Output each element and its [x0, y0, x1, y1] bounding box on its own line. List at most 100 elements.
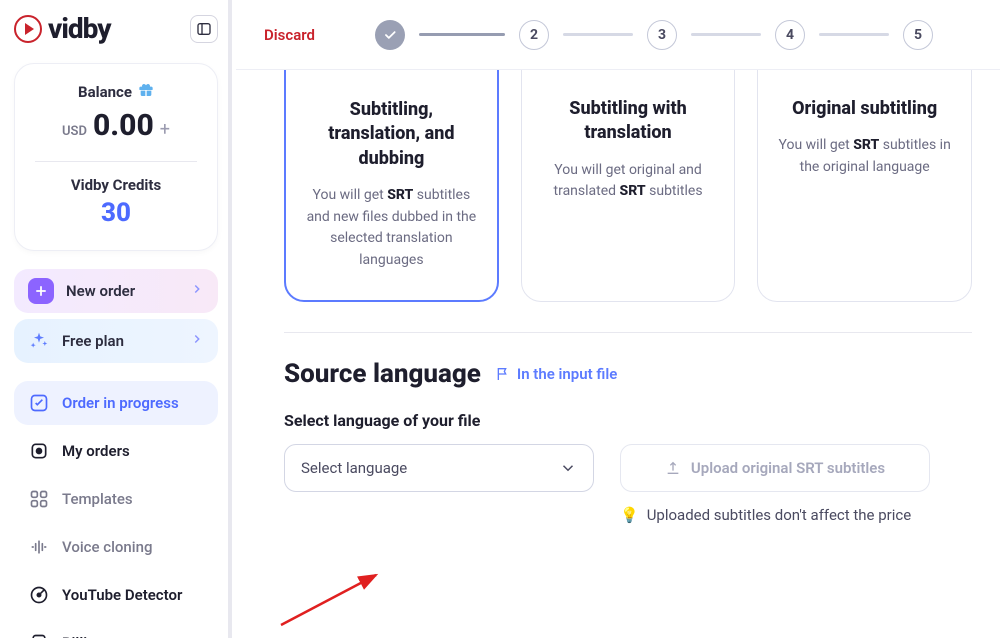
nav-voice-cloning[interactable]: Voice cloning	[14, 525, 218, 569]
sidebar: vidby Balance USD 0.00 + Vidby Credits 3…	[0, 0, 232, 638]
source-hint[interactable]: In the input file	[495, 365, 617, 383]
radar-icon	[28, 584, 50, 606]
brand-name: vidby	[48, 12, 111, 45]
card-desc-bold: SRT	[853, 137, 879, 153]
nav-label: Order in progress	[62, 394, 179, 412]
select-placeholder: Select language	[301, 459, 407, 477]
discard-button[interactable]: Discard	[264, 26, 315, 44]
upload-note-text: Uploaded subtitles don't affect the pric…	[647, 506, 912, 524]
balance-divider	[35, 161, 197, 162]
bulb-icon: 💡	[620, 506, 639, 524]
balance-amount: 0.00	[93, 108, 154, 143]
step-line	[419, 33, 505, 36]
nav-templates[interactable]: Templates	[14, 477, 218, 521]
step-label: 4	[786, 27, 794, 43]
controls-row: Select language Upload original SRT subt…	[284, 444, 972, 524]
balance-plus-button[interactable]: +	[160, 119, 170, 140]
card-desc-b: subtitles	[646, 183, 703, 199]
step-label: 5	[914, 27, 922, 43]
card-illustration: 文	[336, 70, 446, 82]
option-card-original[interactable]: Original subtitling You will get SRT sub…	[757, 70, 972, 302]
step-1-done[interactable]	[375, 20, 405, 50]
upload-column: Upload original SRT subtitles 💡 Uploaded…	[620, 444, 930, 524]
compose-icon	[28, 392, 50, 414]
side-nav-secondary: Order in progress My orders Templates Vo…	[14, 381, 218, 638]
card-desc-bold: SRT	[387, 187, 413, 203]
chevron-right-icon	[190, 282, 204, 300]
upload-label: Upload original SRT subtitles	[691, 459, 885, 477]
step-line	[563, 33, 633, 36]
gift-icon	[138, 82, 154, 102]
play-circle-icon	[14, 15, 42, 43]
option-card-translation[interactable]: 文 Subtitling with translation You will g…	[521, 70, 736, 302]
credits-label: Vidby Credits	[29, 176, 203, 194]
waveform-icon	[28, 536, 50, 558]
option-cards-row: 文 Subtitling, translation, and dubbing Y…	[284, 70, 972, 302]
card-illustration: 文	[573, 70, 683, 81]
step-line	[691, 33, 761, 36]
step-4[interactable]: 4	[775, 20, 805, 50]
source-hint-label: In the input file	[517, 365, 617, 383]
card-illustration	[810, 70, 920, 81]
upload-note: 💡 Uploaded subtitles don't affect the pr…	[620, 506, 930, 524]
nav-label: Voice cloning	[62, 538, 152, 556]
new-order-button[interactable]: New order	[14, 269, 218, 313]
source-title: Source language	[284, 359, 481, 389]
option-card-dubbing[interactable]: 文 Subtitling, translation, and dubbing Y…	[284, 70, 499, 302]
section-divider	[284, 332, 972, 333]
nav-label: My orders	[62, 442, 130, 460]
card-desc: You will get SRT subtitles and new files…	[302, 185, 481, 272]
credits-value: 30	[29, 198, 203, 228]
free-plan-label: Free plan	[62, 332, 124, 350]
nav-youtube-detector[interactable]: YouTube Detector	[14, 573, 218, 617]
step-line	[819, 33, 889, 36]
nav-label: Templates	[62, 490, 133, 508]
step-label: 2	[530, 27, 538, 43]
side-nav-primary: New order Free plan	[14, 269, 218, 363]
card-desc: You will get original and translated SRT…	[538, 160, 719, 203]
brand-logo[interactable]: vidby	[14, 12, 111, 45]
upload-srt-button[interactable]: Upload original SRT subtitles	[620, 444, 930, 492]
card-title: Subtitling, translation, and dubbing	[302, 98, 481, 171]
balance-card: Balance USD 0.00 + Vidby Credits 30	[14, 63, 218, 251]
flag-icon	[495, 366, 511, 382]
check-icon	[383, 28, 397, 42]
chevron-right-icon	[190, 332, 204, 350]
field-label: Select language of your file	[284, 411, 972, 430]
card-desc-bold: SRT	[620, 183, 646, 199]
balance-label-row: Balance	[78, 82, 154, 102]
receipt-icon	[28, 632, 50, 638]
card-title: Original subtitling	[774, 97, 955, 121]
step-3[interactable]: 3	[647, 20, 677, 50]
nav-label: Billing	[62, 634, 104, 638]
sparkle-icon	[28, 330, 50, 352]
card-title: Subtitling with translation	[538, 97, 719, 146]
upload-icon	[665, 460, 681, 476]
stepper: 2 3 4 5	[375, 20, 933, 50]
language-select[interactable]: Select language	[284, 444, 594, 492]
orders-icon	[28, 440, 50, 462]
nav-label: YouTube Detector	[62, 586, 182, 604]
balance-label: Balance	[78, 83, 132, 101]
card-desc-a: You will get	[779, 137, 854, 153]
balance-currency: USD	[62, 124, 87, 139]
step-2[interactable]: 2	[519, 20, 549, 50]
main: 文 Subtitling, translation, and dubbing Y…	[236, 70, 1000, 638]
nav-billing[interactable]: Billing	[14, 621, 218, 638]
source-row: Source language In the input file	[284, 359, 972, 389]
plus-icon	[28, 278, 54, 304]
balance-value: USD 0.00 +	[29, 108, 203, 143]
nav-order-in-progress[interactable]: Order in progress	[14, 381, 218, 425]
panel-left-icon	[196, 21, 212, 37]
card-desc-a: You will get	[313, 187, 388, 203]
topbar: Discard 2 3 4 5	[236, 0, 1000, 70]
nav-my-orders[interactable]: My orders	[14, 429, 218, 473]
new-order-label: New order	[66, 282, 135, 300]
grid-icon	[28, 488, 50, 510]
card-desc: You will get SRT subtitles in the origin…	[774, 135, 955, 178]
free-plan-button[interactable]: Free plan	[14, 319, 218, 363]
step-label: 3	[658, 27, 666, 43]
sidebar-collapse-button[interactable]	[190, 15, 218, 43]
chevron-down-icon	[559, 459, 577, 477]
step-5[interactable]: 5	[903, 20, 933, 50]
